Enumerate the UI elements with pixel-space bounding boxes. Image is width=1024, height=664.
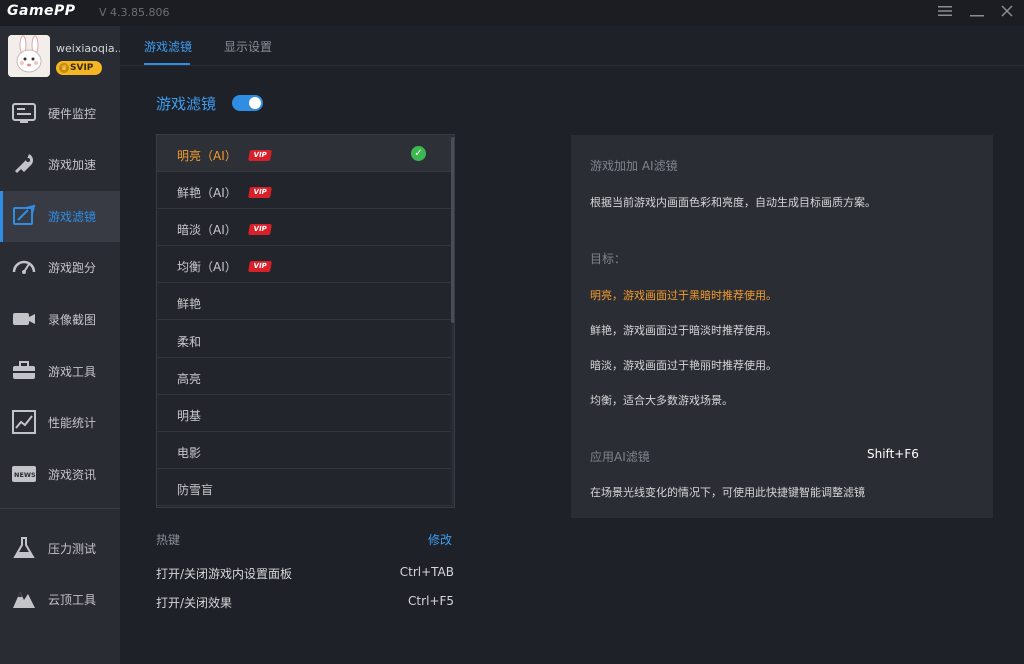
info-description: 根据当前游戏内画面色彩和亮度，自动生成目标画质方案。 xyxy=(590,196,876,209)
rocket-icon xyxy=(11,151,37,177)
filter-name: 防雪盲 xyxy=(177,483,214,497)
hotkey-key: Ctrl+F5 xyxy=(408,594,454,608)
section-title: 游戏滤镜 xyxy=(156,95,217,113)
filter-item[interactable]: 鲜艳 xyxy=(157,283,451,320)
user-profile[interactable]: weixiaoqia.. ♛ SVIP xyxy=(0,26,120,88)
sidebar-item-label: 游戏滤镜 xyxy=(48,210,97,224)
filter-scrollbar[interactable] xyxy=(451,135,454,507)
filter-item[interactable]: 柔和 xyxy=(157,321,451,358)
goal-item: 鲜艳，游戏画面过于暗淡时推荐使用。 xyxy=(590,324,777,337)
hotkey-name: 打开/关闭游戏内设置面板 xyxy=(156,567,293,581)
modify-hotkey-link[interactable]: 修改 xyxy=(428,531,452,548)
svip-badge: ♛ SVIP xyxy=(56,61,102,75)
crown-icon: ♛ xyxy=(59,63,69,73)
menu-icon[interactable] xyxy=(936,4,954,22)
sidebar-item-cloud-tools[interactable]: 云顶工具 xyxy=(0,574,120,625)
tab-active-indicator xyxy=(144,63,190,65)
app-logo: GamePP xyxy=(7,3,76,19)
close-icon[interactable] xyxy=(998,4,1016,22)
filter-item[interactable]: 电影 xyxy=(157,432,451,469)
filter-item[interactable]: 均衡（AI） VIP xyxy=(157,246,451,283)
sidebar-item-game-benchmark[interactable]: 游戏跑分 xyxy=(0,242,120,293)
filter-item[interactable]: 鲜艳（AI） VIP xyxy=(157,172,451,209)
hotkey-heading: 热键 xyxy=(156,533,181,547)
hardware-monitor-icon xyxy=(11,100,37,126)
goal-item: 暗淡，游戏画面过于艳丽时推荐使用。 xyxy=(590,359,777,372)
sidebar: weixiaoqia.. ♛ SVIP 硬件监控 游戏加速 游戏滤镜 游戏跑分 … xyxy=(0,26,120,664)
sidebar-divider xyxy=(0,508,120,509)
filter-item[interactable]: 明基 xyxy=(157,395,451,432)
sidebar-item-game-filter[interactable]: 游戏滤镜 xyxy=(0,191,120,242)
sidebar-item-game-tools[interactable]: 游戏工具 xyxy=(0,346,120,397)
sidebar-item-game-boost[interactable]: 游戏加速 xyxy=(0,139,120,190)
filter-icon xyxy=(11,203,37,229)
sidebar-item-performance-stats[interactable]: 性能统计 xyxy=(0,397,120,448)
vip-badge: VIP xyxy=(248,150,272,161)
apply-ai-note: 在场景光线变化的情况下，可使用此快捷键智能调整滤镜 xyxy=(590,486,865,499)
chart-icon xyxy=(11,409,37,435)
hotkey-key: Ctrl+TAB xyxy=(399,565,454,579)
sidebar-item-label: 性能统计 xyxy=(48,416,97,430)
sidebar-item-label: 游戏资讯 xyxy=(48,468,97,482)
news-icon: NEWS xyxy=(11,461,37,487)
filter-toggle[interactable] xyxy=(232,95,263,111)
tab-bar: 游戏滤镜 显示设置 xyxy=(120,26,1024,66)
sidebar-item-label: 云顶工具 xyxy=(48,593,97,607)
filter-name: 明亮（AI） xyxy=(177,149,237,163)
tab-display-settings[interactable]: 显示设置 xyxy=(224,38,272,55)
scroll-thumb[interactable] xyxy=(451,137,454,323)
vip-badge: VIP xyxy=(248,187,272,198)
sidebar-item-stress-test[interactable]: 压力测试 xyxy=(0,523,120,574)
minimize-icon[interactable] xyxy=(968,4,986,22)
filter-name: 明基 xyxy=(177,409,202,423)
filter-name: 高亮 xyxy=(177,372,202,386)
filter-name: 均衡（AI） xyxy=(177,260,237,274)
goal-item: 明亮，游戏画面过于黑暗时推荐使用。 xyxy=(590,289,777,302)
sidebar-item-label: 游戏跑分 xyxy=(48,261,97,275)
toggle-knob xyxy=(249,97,261,109)
filter-item[interactable]: 高亮 xyxy=(157,358,451,395)
info-panel: 游戏加加 AI滤镜 根据当前游戏内画面色彩和亮度，自动生成目标画质方案。 目标：… xyxy=(571,135,993,518)
sidebar-item-game-news[interactable]: NEWS 游戏资讯 xyxy=(0,449,120,500)
filter-item[interactable]: 防雪盲 xyxy=(157,469,451,506)
filter-name: 暗淡（AI） xyxy=(177,223,237,237)
filter-list: 明亮（AI） VIP ✓ 鲜艳（AI） VIP 暗淡（AI） VIP 均衡（AI… xyxy=(156,134,455,508)
app-version: V 4.3.85.806 xyxy=(99,6,170,19)
filter-name: 柔和 xyxy=(177,335,202,349)
toolbox-icon xyxy=(11,358,37,384)
speedometer-icon xyxy=(11,254,37,280)
check-icon: ✓ xyxy=(411,146,426,161)
sidebar-item-label: 录像截图 xyxy=(48,313,97,327)
filter-item[interactable]: 明亮（AI） VIP ✓ xyxy=(157,135,451,172)
sidebar-item-label: 压力测试 xyxy=(48,542,97,556)
filter-item[interactable]: 暗淡（AI） VIP xyxy=(157,209,451,246)
sidebar-item-label: 游戏加速 xyxy=(48,158,97,172)
vip-badge: VIP xyxy=(248,224,272,235)
svg-text:NEWS: NEWS xyxy=(14,471,36,479)
sidebar-item-label: 游戏工具 xyxy=(48,365,97,379)
info-title: 游戏加加 AI滤镜 xyxy=(590,159,678,173)
hotkey-name: 打开/关闭效果 xyxy=(156,596,233,610)
vip-badge: VIP xyxy=(248,261,272,272)
filter-name: 鲜艳（AI） xyxy=(177,186,237,200)
svip-label: SVIP xyxy=(70,63,94,73)
goal-heading: 目标： xyxy=(590,252,627,266)
sidebar-item-hardware-monitor[interactable]: 硬件监控 xyxy=(0,88,120,139)
apply-ai-shortcut: Shift+F6 xyxy=(867,447,919,461)
sidebar-item-label: 硬件监控 xyxy=(48,107,97,121)
goal-item: 均衡，适合大多数游戏场景。 xyxy=(590,394,733,407)
username: weixiaoqia.. xyxy=(56,42,120,55)
avatar[interactable] xyxy=(8,35,50,77)
title-bar: GamePP V 4.3.85.806 xyxy=(0,0,1024,26)
mountain-icon xyxy=(11,586,37,612)
camera-icon xyxy=(11,306,37,332)
tab-game-filter[interactable]: 游戏滤镜 xyxy=(144,38,192,55)
filter-name: 电影 xyxy=(177,446,202,460)
sidebar-item-recording[interactable]: 录像截图 xyxy=(0,294,120,345)
flask-icon xyxy=(11,535,37,561)
filter-name: 鲜艳 xyxy=(177,297,202,311)
apply-ai-label: 应用AI滤镜 xyxy=(590,450,650,464)
